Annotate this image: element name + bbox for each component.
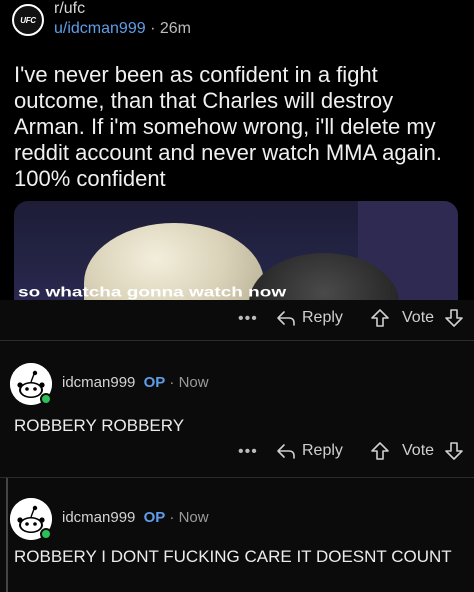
post-card: UFC r/ufc u/idcman999 · 26m I've never b… — [0, 0, 474, 301]
thread-line[interactable] — [6, 478, 8, 592]
op-badge: OP — [143, 374, 166, 391]
comment-username[interactable]: idcman999 — [62, 509, 135, 526]
post-meta: u/idcman999 · 26m — [54, 20, 191, 38]
downvote-arrow-icon[interactable] — [444, 308, 464, 328]
vote-control: Vote — [370, 441, 464, 461]
comment-body: ROBBERY I DONT FUCKING CARE IT DOESNT CO… — [14, 547, 452, 566]
reply-label: Reply — [302, 442, 343, 459]
reply-label: Reply — [302, 309, 343, 326]
reply-button[interactable]: Reply — [276, 441, 343, 461]
vote-control: Vote — [370, 308, 464, 328]
comment-body: ROBBERY ROBBERY — [14, 416, 185, 435]
post-age: 26m — [159, 20, 191, 37]
reply-arrow-icon — [277, 311, 295, 326]
comment-username[interactable]: idcman999 — [62, 374, 135, 391]
downvote-arrow-icon[interactable] — [444, 441, 464, 461]
ufc-logo: UFC — [20, 15, 36, 25]
comment-1: idcman999 OP · Now ROBBERY ROBBERY ••• R… — [0, 341, 474, 477]
online-status-dot — [40, 528, 52, 540]
more-options-button[interactable]: ••• — [238, 310, 258, 328]
meta-separator: · — [169, 509, 175, 526]
comment-time: Now — [178, 374, 209, 391]
upvote-arrow-icon[interactable] — [370, 441, 390, 461]
comment-time: Now — [178, 509, 209, 526]
comment-author-line: idcman999 OP · Now — [62, 509, 209, 526]
media-caption: so whatcha gonna watch now — [18, 284, 287, 300]
reply-button[interactable]: Reply — [276, 308, 343, 328]
op-badge: OP — [143, 509, 166, 526]
upvote-arrow-icon[interactable] — [370, 308, 390, 328]
post-title[interactable]: I've never been as confident in a fight … — [14, 62, 464, 192]
comment-2: idcman999 OP · Now ROBBERY I DONT FUCKIN… — [0, 478, 474, 592]
online-status-dot — [40, 393, 52, 405]
vote-label: Vote — [402, 309, 435, 326]
more-options-button[interactable]: ••• — [238, 443, 258, 461]
post-author[interactable]: u/idcman999 — [54, 20, 146, 37]
subreddit-avatar[interactable]: UFC — [12, 4, 44, 36]
vote-label: Vote — [402, 442, 435, 459]
post-media-image[interactable]: so whatcha gonna watch now — [14, 201, 458, 301]
post-action-bar: ••• Reply Vote — [0, 300, 474, 340]
meta-separator: · — [169, 374, 175, 391]
comment-author-line: idcman999 OP · Now — [62, 374, 209, 391]
subreddit-name[interactable]: r/ufc — [54, 0, 85, 18]
reply-arrow-icon — [277, 444, 295, 459]
meta-separator: · — [150, 20, 156, 37]
